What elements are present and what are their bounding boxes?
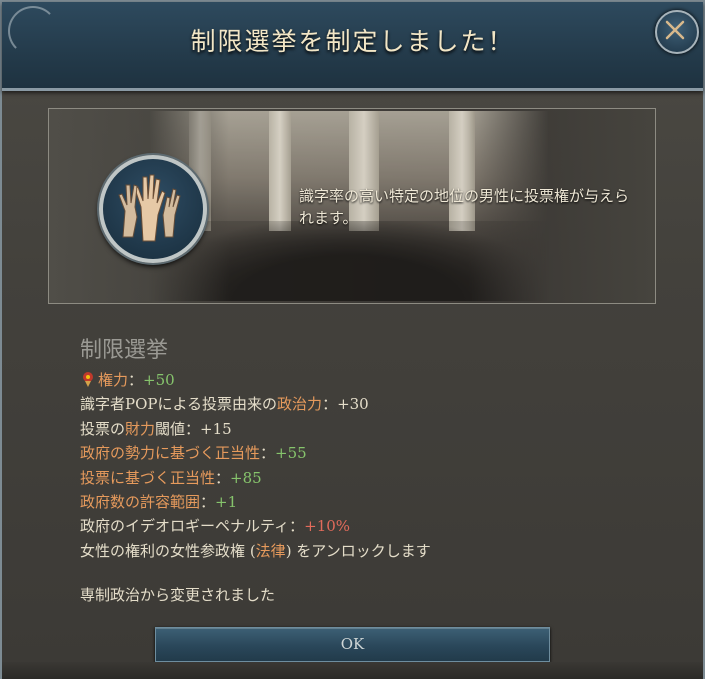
- effect-line: 投票に基づく正当性：+85: [80, 466, 431, 490]
- close-icon: [665, 20, 685, 40]
- effect-text: ：+30: [322, 395, 369, 414]
- effect-line: 女性の権利の女性参政権 (法律) をアンロックします: [80, 539, 431, 563]
- effect-text: +50: [143, 371, 175, 389]
- close-button[interactable]: [655, 10, 699, 54]
- effect-text: 女性の権利: [80, 541, 156, 560]
- effect-line: 政府の勢力に基づく正当性：+55: [80, 441, 431, 465]
- effect-text: +85: [230, 468, 262, 487]
- effect-text: (: [245, 541, 256, 560]
- effect-text: 投票の: [80, 419, 126, 438]
- changed-from-text: 専制政治から変更されました: [80, 586, 276, 604]
- effect-text[interactable]: 権力: [98, 371, 128, 389]
- dialog-header: 制限選挙を制定しました！: [2, 2, 703, 91]
- effect-text: ) をアンロックします: [285, 541, 431, 560]
- effect-text: ：: [289, 517, 305, 536]
- effects-list: 権力：+50 識字者POPによる投票由来の政治力：+30 投票の財力閾値：+15 政府…: [80, 368, 431, 563]
- effect-line: 政府数の許容範囲：+1: [80, 490, 431, 514]
- effect-text: ：: [260, 444, 276, 463]
- effect-text: の: [155, 541, 171, 560]
- raised-hands-icon: [118, 174, 181, 242]
- effect-line: 投票の財力閾値：+15: [80, 417, 431, 441]
- effect-text: 識字者POPによる投票由来の: [80, 395, 278, 414]
- law-name: 制限選挙: [80, 338, 169, 363]
- law-enacted-dialog: 制限選挙を制定しました！ 識字率の高い特定の地位の男性に投票権が与えられます。 …: [0, 0, 705, 679]
- effect-text[interactable]: 正当性: [215, 444, 260, 462]
- effect-text: +1: [215, 493, 238, 512]
- effect-text: +10%: [304, 517, 351, 536]
- bottom-ornament: [2, 662, 703, 679]
- effect-line: 識字者POPによる投票由来の政治力：+30: [80, 392, 431, 416]
- effect-text[interactable]: 財力: [125, 420, 155, 438]
- effect-text: +55: [275, 444, 307, 463]
- effect-text: 女性参政権: [170, 541, 246, 560]
- effect-text[interactable]: 正当性: [170, 469, 215, 487]
- effect-line: 権力：+50: [80, 368, 431, 392]
- effect-text: ：: [128, 371, 144, 389]
- ok-button[interactable]: OK: [155, 627, 550, 662]
- effect-text: 閾値：+15: [155, 419, 232, 438]
- effect-text[interactable]: 政治力: [277, 395, 322, 413]
- effect-text[interactable]: 政府の勢力に基づく: [80, 444, 215, 462]
- effect-text: ：: [200, 493, 216, 512]
- law-illustration-frame: 識字率の高い特定の地位の男性に投票権が与えられます。: [48, 108, 656, 304]
- dialog-title: 制限選挙を制定しました！: [190, 27, 515, 56]
- effect-text[interactable]: 法律: [256, 542, 286, 560]
- effect-text: 政府のイデオロギーペナルティ: [80, 517, 290, 536]
- effect-line: 政府のイデオロギーペナルティ：+10%: [80, 514, 431, 538]
- law-description: 識字率の高い特定の地位の男性に投票権が与えられます。: [299, 187, 630, 227]
- power-icon: [83, 372, 93, 387]
- effect-text[interactable]: 投票に基づく: [80, 469, 170, 487]
- law-emblem: [99, 155, 207, 263]
- effect-text: ：: [215, 468, 231, 487]
- effect-text[interactable]: 政府数の許容範囲: [80, 493, 200, 511]
